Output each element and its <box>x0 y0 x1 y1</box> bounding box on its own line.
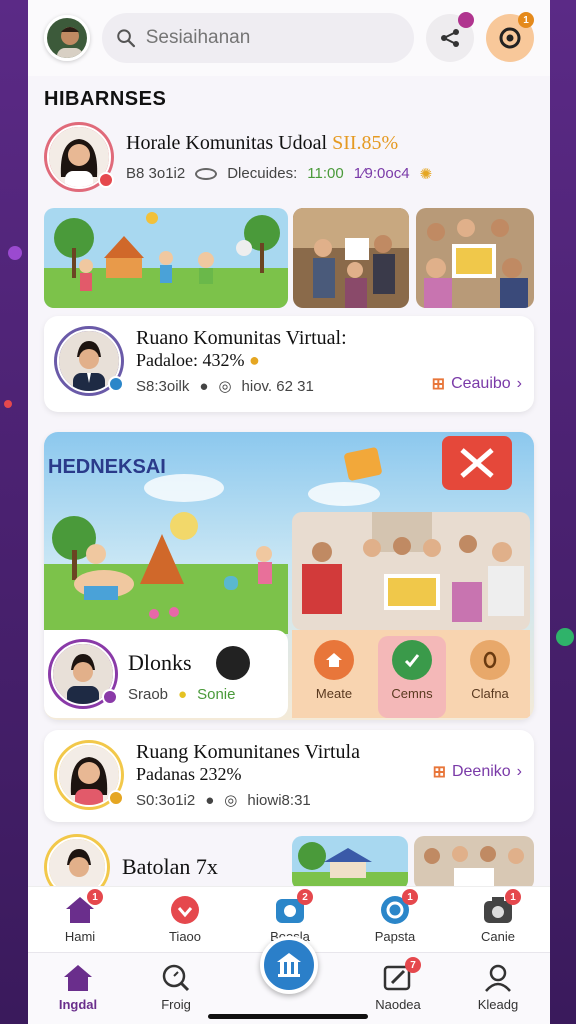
post-avatar[interactable] <box>54 326 124 396</box>
search-icon <box>159 963 193 993</box>
tab-home[interactable]: Ingdal <box>38 963 118 1012</box>
banner-profile[interactable]: Dlonks Sraob ● Sonie <box>44 630 288 718</box>
post-title: Ruang Komunitanes Virtula <box>136 741 360 763</box>
verified-icon <box>108 376 124 392</box>
post-image-house[interactable] <box>292 836 408 890</box>
verified-icon <box>108 790 124 806</box>
post-title: Horale Komunitas Udoal SII.85% <box>126 131 399 154</box>
bg-dot <box>556 628 574 646</box>
alerts-button[interactable]: 1 <box>486 12 534 62</box>
location-icon: ● <box>205 791 215 809</box>
notification-badge <box>458 12 474 28</box>
nav-item-likes[interactable]: Tiaoo <box>145 895 225 944</box>
tab-messages[interactable]: 7 Naodea <box>358 957 438 1012</box>
banner-group-photo[interactable] <box>292 512 530 630</box>
check-icon <box>392 640 432 680</box>
tile-button[interactable]: Clafna <box>458 640 522 716</box>
verified-icon <box>98 172 114 188</box>
search-input[interactable] <box>145 27 400 49</box>
camera-icon: 2 <box>273 889 313 925</box>
nav-item-home[interactable]: 1 Hami <box>40 889 120 944</box>
home-icon: 1 <box>63 889 103 925</box>
tile-button[interactable]: Meate <box>302 640 366 716</box>
banner-meta: Sraob ● Sonie <box>128 685 236 703</box>
post-title: Ruano Komunitas Virtual: <box>136 327 347 349</box>
location-icon: ● <box>199 377 209 395</box>
post-card[interactable]: Horale Komunitas Udoal SII.85% B8 3o1i2 … <box>44 118 534 200</box>
badge-icon: ⊞ <box>432 764 446 781</box>
bg-dot <box>8 246 22 260</box>
clock-icon: ◎ <box>224 792 238 809</box>
post-meta: S0:3o1i2 ● ◎ hiowi8:31 <box>136 791 311 810</box>
post-avatar[interactable] <box>44 122 114 192</box>
post-image-group-1[interactable] <box>293 208 409 308</box>
top-bar: 1 <box>28 0 550 76</box>
post-card[interactable]: Ruano Komunitas Virtual: Padaloe: 432% ●… <box>44 316 534 412</box>
app-screen: 1 HIBARNSES Horale Komunitas Udoal SII.8… <box>28 0 550 1024</box>
post-avatar[interactable] <box>54 740 124 810</box>
home-indicator <box>208 1014 368 1019</box>
section-title: HIBARNSES <box>44 88 167 110</box>
post-card[interactable]: Ruang Komunitanes Virtula Padanas 232% S… <box>44 730 534 822</box>
panda-icon <box>215 645 250 680</box>
post-action-link[interactable]: ⊞ Ceauibo › <box>432 374 522 394</box>
chat-icon <box>470 640 510 680</box>
target-icon <box>499 27 521 49</box>
community-icon <box>277 953 301 977</box>
chevron-right-icon: › <box>516 375 522 392</box>
home-icon <box>314 640 354 680</box>
home-icon <box>61 963 95 993</box>
search-icon <box>117 29 136 48</box>
banner-name: Dlonks <box>128 649 192 675</box>
banner-avatar[interactable] <box>48 639 118 709</box>
featured-banner[interactable]: HEDNEKSAI Meate Cemns Clafna Dlonks Srao… <box>44 432 534 720</box>
share-button[interactable] <box>426 12 474 62</box>
tab-profile[interactable]: Kleadg <box>458 963 538 1012</box>
bg-dot <box>4 400 12 408</box>
nav-item-camera[interactable]: 1 Canie <box>458 889 538 944</box>
edit-icon: 7 <box>381 957 421 993</box>
refresh-icon: 1 <box>378 889 418 925</box>
alert-badge: 1 <box>518 12 534 28</box>
tile-button[interactable]: Cemns <box>378 636 446 718</box>
emoji-icon: ● <box>248 350 260 370</box>
profile-avatar[interactable] <box>44 15 90 61</box>
post-image-group-3[interactable] <box>414 836 534 890</box>
search-bar[interactable] <box>102 13 414 63</box>
chevron-right-icon: › <box>516 763 522 780</box>
post-title: Batolan 7x <box>122 854 218 879</box>
camera-icon: 1 <box>481 889 521 925</box>
post-meta: B8 3o1i2 Dlecuides: 11:00 1⁄9:0oc4 ✺ <box>126 165 433 183</box>
user-icon <box>481 963 515 993</box>
heart-icon <box>168 895 202 925</box>
clock-icon: ◎ <box>218 378 232 395</box>
post-action-link[interactable]: ⊞ Deeniko › <box>433 762 522 782</box>
banner-scene <box>44 512 288 634</box>
post-image-playground[interactable] <box>44 208 288 308</box>
eye-icon <box>195 167 218 180</box>
create-button[interactable] <box>260 936 318 994</box>
nav-item-sync[interactable]: 1 Papsta <box>355 889 435 944</box>
post-subtitle: Padaloe: 432% ● <box>136 350 260 370</box>
smile-icon: ● <box>178 685 188 703</box>
post-stat: SII.85% <box>332 131 399 154</box>
post-image-group-2[interactable] <box>416 208 534 308</box>
verified-icon <box>102 689 118 705</box>
tab-search[interactable]: Froig <box>136 963 216 1012</box>
share-icon <box>441 29 459 47</box>
sun-icon: ✺ <box>419 165 433 183</box>
badge-icon: ⊞ <box>431 376 446 393</box>
